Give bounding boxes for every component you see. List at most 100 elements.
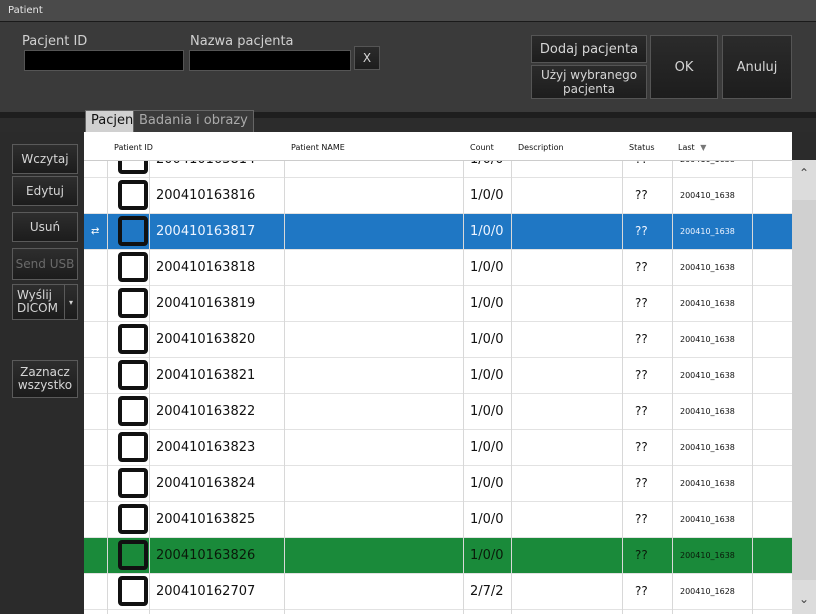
table-row[interactable]: 200410163824 1/0/0?? 200410_1638 (84, 466, 792, 502)
last-cell: 200410_1638 (680, 407, 735, 416)
table-row[interactable]: 200410163826 1/0/0?? 200410_1638 (84, 538, 792, 574)
status-cell: ?? (635, 512, 648, 526)
patient-id-cell: 200410163816 (156, 188, 256, 203)
row-checkbox[interactable] (118, 288, 148, 318)
chevron-down-icon[interactable]: ▾ (64, 285, 77, 319)
column-last-label: Last (678, 143, 695, 152)
vertical-scrollbar[interactable]: ⌃ ⌄ (792, 160, 816, 614)
edit-button[interactable]: Edytuj (12, 176, 78, 206)
count-cell: 1/0/0 (470, 512, 504, 527)
scroll-down-icon[interactable]: ⌄ (796, 592, 812, 606)
patient-id-cell: 200410163824 (156, 476, 256, 491)
column-divider (672, 132, 673, 614)
send-dicom-button[interactable]: Wyślij DICOM ▾ (12, 284, 78, 320)
count-cell: 2/7/2 (470, 584, 504, 599)
load-button[interactable]: Wczytaj (12, 144, 78, 174)
table-row[interactable]: 200410163825 1/0/0?? 200410_1638 (84, 502, 792, 538)
column-divider (463, 132, 464, 614)
status-cell: ?? (635, 368, 648, 382)
scroll-up-icon[interactable]: ⌃ (796, 166, 812, 180)
count-cell: 1/0/0 (470, 260, 504, 275)
column-divider (511, 132, 512, 614)
cancel-button[interactable]: Anuluj (722, 35, 792, 99)
delete-button[interactable]: Usuń (12, 212, 78, 242)
row-checkbox[interactable] (118, 576, 148, 606)
patient-id-cell: 200410162707 (156, 584, 256, 599)
count-cell: 1/0/0 (470, 368, 504, 383)
column-divider (622, 132, 623, 614)
status-cell: ?? (635, 188, 648, 202)
table-row[interactable]: 200410163816 1/0/0?? 200410_1638 (84, 178, 792, 214)
last-cell: 200410_1638 (680, 515, 735, 524)
column-last[interactable]: Last ▼ (678, 143, 706, 152)
patient-name-label: Nazwa pacjenta (190, 34, 294, 49)
status-cell: ?? (635, 476, 648, 490)
tab-studies-images[interactable]: Badania i obrazy (133, 110, 254, 132)
patient-table: Patient ID Patient NAME Count Descriptio… (84, 132, 792, 614)
table-row[interactable]: ⇄ 200410163817 1/0/0?? 200410_1638 (84, 214, 792, 250)
row-checkbox[interactable] (118, 468, 148, 498)
patient-id-cell: 200410163822 (156, 404, 256, 419)
row-checkbox[interactable] (118, 252, 148, 282)
table-row[interactable]: 200410163820 1/0/0?? 200410_1638 (84, 322, 792, 358)
column-divider (149, 132, 150, 614)
patient-id-cell: 200410163817 (156, 224, 256, 239)
table-row[interactable]: 200410163823 1/0/0?? 200410_1638 (84, 430, 792, 466)
row-checkbox[interactable] (118, 432, 148, 462)
row-checkbox[interactable] (118, 504, 148, 534)
table-row[interactable]: 200410162707 2/7/2?? 200410_1628 (84, 574, 792, 610)
table-row[interactable]: 200410163819 1/0/0?? 200410_1638 (84, 286, 792, 322)
status-cell: ?? (635, 548, 648, 562)
last-cell: 200410_1638 (680, 191, 735, 200)
row-checkbox[interactable] (118, 180, 148, 210)
ok-button[interactable]: OK (650, 35, 718, 99)
scrollbar-thumb[interactable] (792, 200, 816, 580)
table-row[interactable]: 200410163822 1/0/0?? 200410_1638 (84, 394, 792, 430)
send-usb-button[interactable]: Send USB (12, 248, 78, 280)
last-cell: 200410_1638 (680, 335, 735, 344)
table-row[interactable]: 200410163821 1/0/0?? 200410_1638 (84, 358, 792, 394)
patient-id-cell: 200410163820 (156, 332, 256, 347)
count-cell: 1/0/0 (470, 404, 504, 419)
left-action-panel: Wczytaj Edytuj Usuń Send USB Wyślij DICO… (0, 132, 84, 614)
last-cell: 200410_1638 (680, 479, 735, 488)
select-all-button[interactable]: Zaznacz wszystko (12, 360, 78, 398)
last-cell: 200410_1638 (680, 299, 735, 308)
count-cell: 1/0/0 (470, 224, 504, 239)
row-checkbox[interactable] (118, 540, 148, 570)
column-patient-name[interactable]: Patient NAME (291, 143, 345, 152)
count-cell: 1/0/0 (470, 188, 504, 203)
status-cell: ?? (635, 404, 648, 418)
column-description[interactable]: Description (518, 143, 564, 152)
row-checkbox[interactable] (118, 324, 148, 354)
count-cell: 1/0/0 (470, 296, 504, 311)
status-cell: ?? (635, 224, 648, 238)
add-patient-button[interactable]: Dodaj pacjenta (531, 35, 647, 63)
column-patient-id[interactable]: Patient ID (114, 143, 153, 152)
status-cell: ?? (635, 332, 648, 346)
count-cell: 1/0/0 (470, 332, 504, 347)
row-checkbox[interactable] (118, 396, 148, 426)
status-cell: ?? (635, 440, 648, 454)
row-checkbox[interactable] (118, 216, 148, 246)
last-cell: 200410_1628 (680, 587, 735, 596)
column-status[interactable]: Status (629, 143, 655, 152)
status-cell: ?? (635, 584, 648, 598)
patient-id-cell: 200410163821 (156, 368, 256, 383)
row-checkbox[interactable] (118, 360, 148, 390)
clear-button[interactable]: X (354, 46, 380, 70)
patient-id-input[interactable] (24, 50, 184, 71)
count-cell: 1/0/0 (470, 440, 504, 455)
count-cell: 1/0/0 (470, 548, 504, 563)
patient-id-cell: 200410163825 (156, 512, 256, 527)
patient-id-cell: 200410163818 (156, 260, 256, 275)
column-count[interactable]: Count (470, 143, 494, 152)
patient-id-cell: 200410163823 (156, 440, 256, 455)
table-row[interactable]: 200410163818 1/0/0?? 200410_1638 (84, 250, 792, 286)
use-selected-patient-button[interactable]: Użyj wybranego pacjenta (531, 65, 647, 99)
current-row-arrow-icon: ⇄ (91, 226, 100, 237)
column-divider (752, 132, 753, 614)
patient-id-label: Pacjent ID (22, 34, 88, 49)
scrollbar-header-spacer (792, 132, 816, 160)
patient-name-input[interactable] (189, 50, 351, 71)
